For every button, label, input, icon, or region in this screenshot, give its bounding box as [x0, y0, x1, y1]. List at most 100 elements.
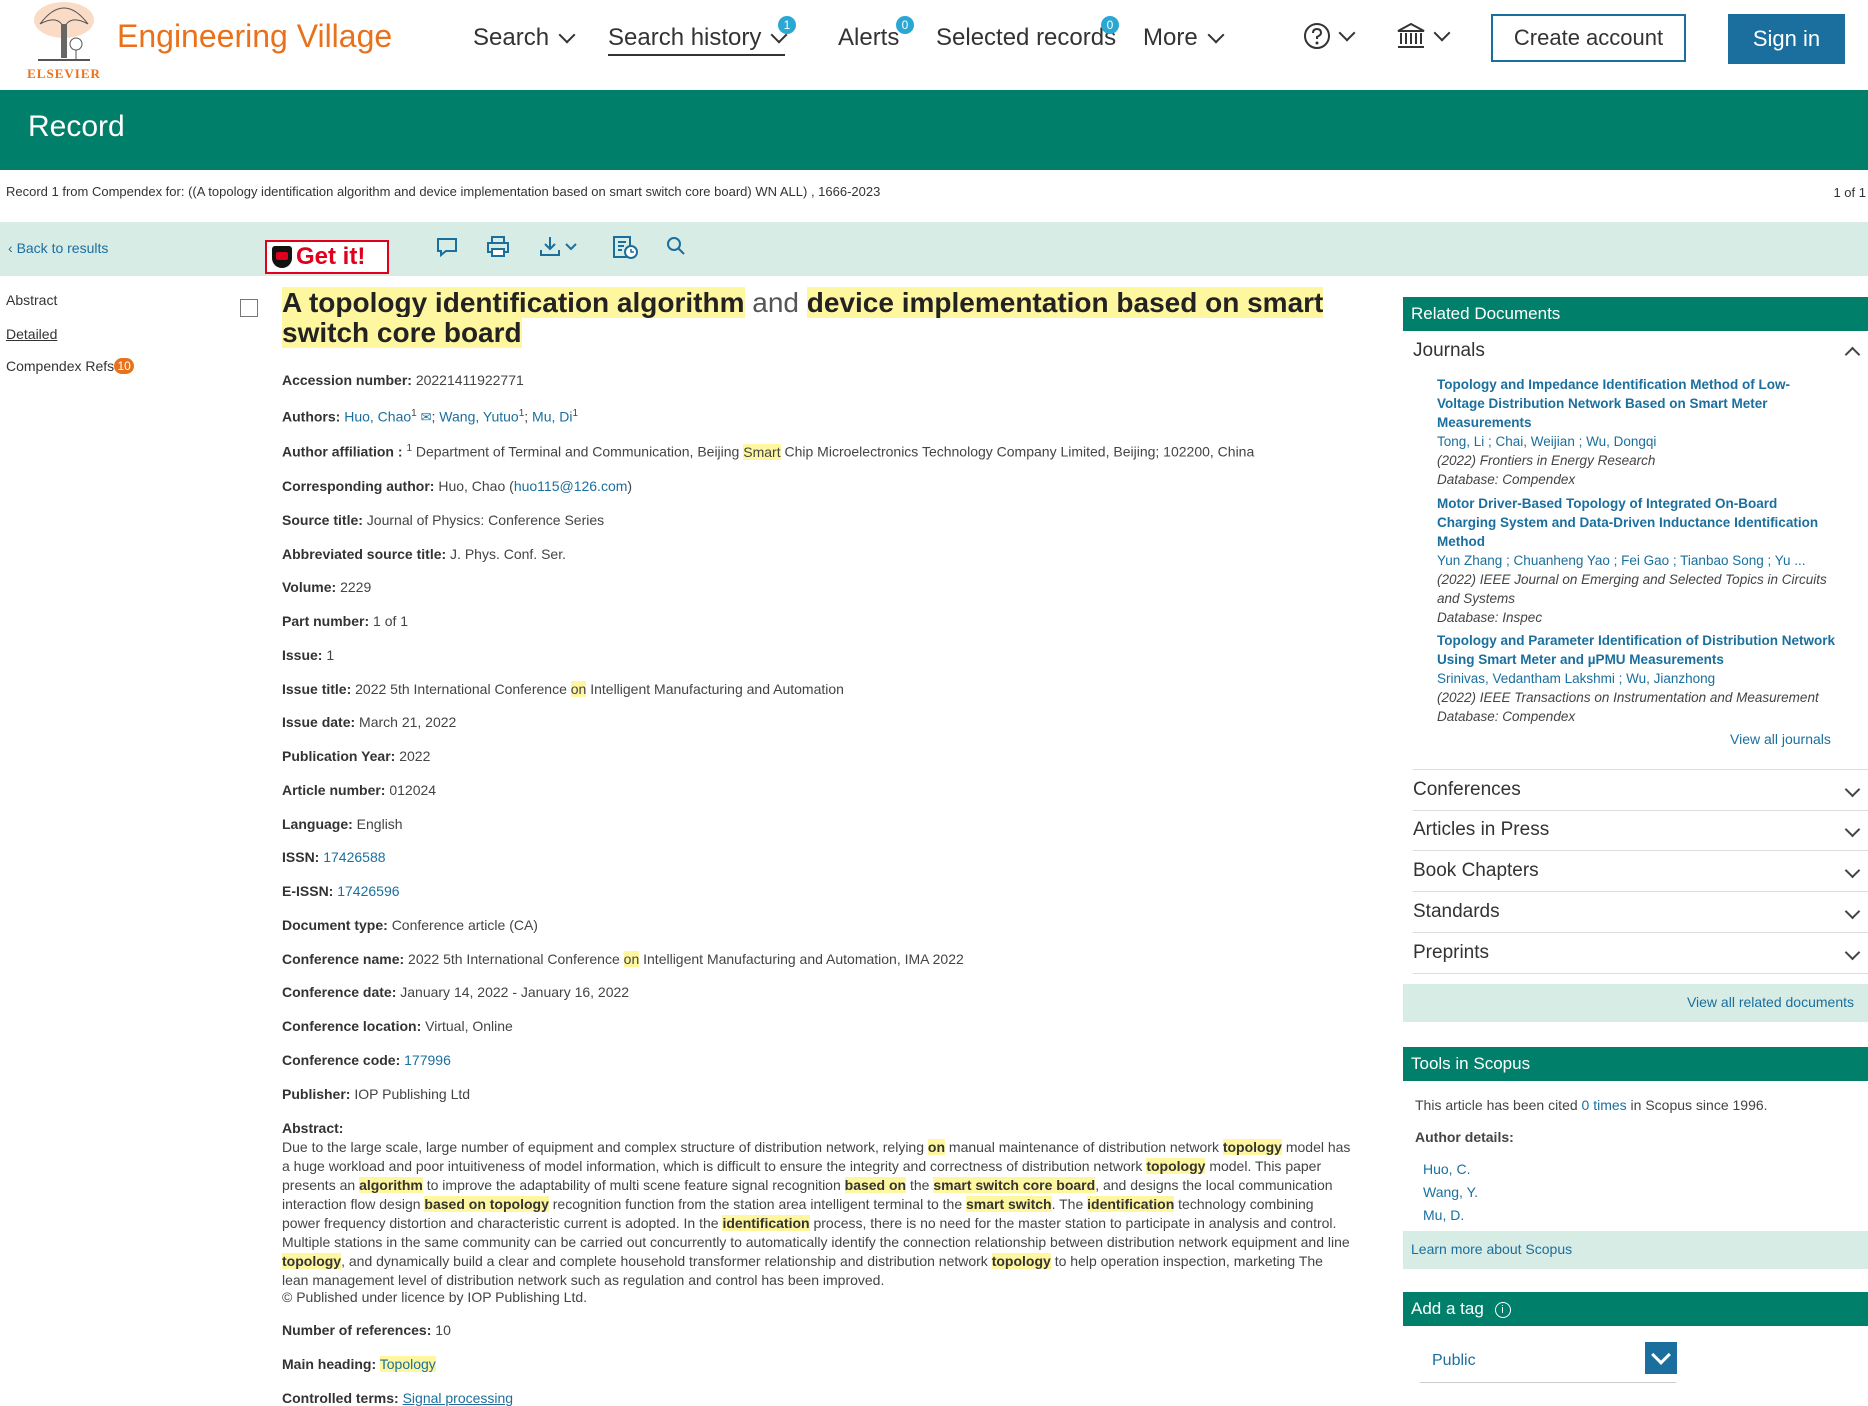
- record-pager: 1 of 1: [1833, 185, 1866, 200]
- pub-year-row: Publication Year: 2022: [282, 748, 431, 764]
- scopus-author-link[interactable]: Mu, D.: [1423, 1207, 1464, 1223]
- view-all-journals-link[interactable]: View all journals: [1730, 731, 1831, 747]
- issue-title-row: Issue title: 2022 5th International Conf…: [282, 681, 844, 697]
- related-authors[interactable]: Tong, Li ; Chai, Weijian ; Wu, Dongqi: [1437, 432, 1837, 451]
- journals-section-toggle[interactable]: Journals: [1413, 331, 1868, 371]
- related-authors[interactable]: Yun Zhang ; Chuanheng Yao ; Fei Gao ; Ti…: [1437, 551, 1837, 570]
- section-label: Standards: [1413, 901, 1500, 922]
- section-toggle-standards[interactable]: Standards: [1413, 892, 1868, 933]
- nav-search-history[interactable]: Search history: [608, 24, 788, 56]
- tag-visibility-select[interactable]: Public: [1420, 1340, 1677, 1383]
- related-title-link[interactable]: Topology and Impedance Identification Me…: [1437, 375, 1837, 432]
- related-documents-panel: Related Documents Journals Topology and …: [1403, 297, 1868, 1022]
- conf-code-link[interactable]: 177996: [404, 1052, 451, 1068]
- section-label: Book Chapters: [1413, 860, 1539, 881]
- title-part: and: [744, 287, 807, 318]
- page-title: Record: [28, 110, 125, 143]
- highlighted-term: algorithm: [359, 1177, 423, 1193]
- sign-in-button[interactable]: Sign in: [1728, 14, 1845, 64]
- download-icon[interactable]: [538, 234, 582, 260]
- author-link[interactable]: Huo, Chao: [344, 409, 411, 425]
- section-label: Conferences: [1413, 779, 1521, 800]
- learn-scopus-link[interactable]: Learn more about Scopus: [1411, 1241, 1572, 1257]
- abstract-body: Due to the large scale, large number of …: [282, 1138, 1352, 1290]
- add-tag-header: Add a tag i: [1403, 1292, 1868, 1326]
- highlighted-term: identification: [722, 1215, 810, 1231]
- print-icon[interactable]: [485, 234, 511, 260]
- eissn-link[interactable]: 17426596: [337, 883, 399, 899]
- conf-code-row: Conference code: 177996: [282, 1052, 451, 1068]
- article-number-row: Article number: 012024: [282, 782, 437, 798]
- issn-link[interactable]: 17426588: [323, 849, 385, 865]
- section-toggle-book-chapters[interactable]: Book Chapters: [1413, 851, 1868, 892]
- cited-times-link[interactable]: 0 times: [1582, 1097, 1627, 1113]
- related-source: (2022) Frontiers in Energy Research: [1437, 453, 1656, 468]
- get-it-button[interactable]: Get it!: [265, 240, 389, 274]
- section-toggle-preprints[interactable]: Preprints: [1413, 933, 1868, 974]
- search-history-badge: 1: [778, 16, 796, 34]
- section-toggle-conferences[interactable]: Conferences: [1413, 769, 1868, 811]
- scopus-author-link[interactable]: Wang, Y.: [1423, 1184, 1478, 1200]
- history-icon[interactable]: [611, 234, 639, 260]
- related-title-link[interactable]: Topology and Parameter Identification of…: [1437, 631, 1837, 669]
- elsevier-logo[interactable]: ELSEVIER: [24, 0, 104, 82]
- scopus-author-link[interactable]: Huo, C.: [1423, 1161, 1470, 1177]
- highlighted-term: topology: [282, 1253, 342, 1269]
- select-record-checkbox[interactable]: [240, 299, 258, 317]
- related-authors[interactable]: Srinivas, Vedantham Lakshmi ; Wu, Jianzh…: [1437, 669, 1837, 688]
- author-link[interactable]: Mu, Di: [532, 409, 572, 425]
- affiliation-row: Author affiliation : 1 Department of Ter…: [282, 443, 1255, 460]
- language-row: Language: English: [282, 816, 403, 832]
- title-part: A topology identification algorithm: [282, 287, 745, 318]
- abstract-label: Abstract:: [282, 1120, 344, 1136]
- view-all-related-link[interactable]: View all related documents: [1687, 994, 1854, 1010]
- corresponding-email-link[interactable]: huo115@126.com: [514, 478, 628, 494]
- highlighted-term: topology: [1222, 1139, 1282, 1155]
- cited-line: This article has been cited 0 times in S…: [1415, 1097, 1768, 1113]
- sidenav-abstract[interactable]: Abstract: [6, 292, 57, 308]
- add-tag-panel: Add a tag i: [1403, 1292, 1868, 1326]
- abstract-text-run: . The: [1051, 1196, 1088, 1212]
- accession-row: Accession number: 20221411922771: [282, 372, 524, 388]
- chevron-down-icon: [1844, 821, 1861, 838]
- create-account-button[interactable]: Create account: [1491, 14, 1686, 62]
- comment-icon[interactable]: [434, 234, 460, 260]
- chevron-down-icon: [1844, 903, 1861, 920]
- tag-visibility-value: Public: [1432, 1352, 1476, 1369]
- nav-more[interactable]: More: [1143, 24, 1225, 52]
- highlighted-term: identification: [1087, 1196, 1175, 1212]
- nav-more-label: More: [1143, 24, 1198, 51]
- help-menu[interactable]: [1303, 22, 1356, 50]
- elsevier-tree-icon: [34, 2, 94, 61]
- abstract-text-run: manual maintenance of distribution netwo…: [945, 1139, 1223, 1155]
- author-link[interactable]: Wang, Yutuo: [439, 409, 518, 425]
- nav-search[interactable]: Search: [473, 24, 576, 52]
- controlled-term-link[interactable]: Signal processing: [403, 1390, 514, 1406]
- section-toggle-articles-in-press[interactable]: Articles in Press: [1413, 810, 1868, 851]
- nav-selected-records-label: Selected records: [936, 24, 1117, 51]
- main-heading-link[interactable]: Topology: [379, 1356, 436, 1372]
- source-row: Source title: Journal of Physics: Confer…: [282, 512, 605, 528]
- highlighted-term: based on topology: [424, 1196, 549, 1212]
- sidenav-detailed[interactable]: Detailed: [6, 326, 57, 342]
- controlled-terms-row: Controlled terms: Signal processing: [282, 1390, 514, 1406]
- related-title-link[interactable]: Motor Driver-Based Topology of Integrate…: [1437, 494, 1837, 551]
- refs-count-badge: 10: [114, 358, 135, 374]
- info-icon[interactable]: i: [1494, 1301, 1511, 1318]
- chevron-up-icon: [1844, 346, 1861, 363]
- issn-row: ISSN: 17426588: [282, 849, 386, 865]
- institution-menu[interactable]: [1396, 22, 1451, 50]
- abbr-source-row: Abbreviated source title: J. Phys. Conf.…: [282, 546, 566, 562]
- sidenav-compendex-refs[interactable]: Compendex Refs 10: [6, 358, 135, 374]
- email-icon[interactable]: ✉: [421, 410, 432, 425]
- conf-date-row: Conference date: January 14, 2022 - Janu…: [282, 984, 630, 1000]
- abstract-text-run: , and dynamically build a clear and comp…: [341, 1253, 992, 1269]
- brand-title[interactable]: Engineering Village: [117, 18, 392, 55]
- search-icon[interactable]: [663, 234, 689, 260]
- chevron-down-icon: [1338, 24, 1356, 42]
- nav-selected-records[interactable]: Selected records: [936, 24, 1116, 52]
- nav-alerts[interactable]: Alerts: [838, 24, 899, 52]
- back-to-results-link[interactable]: ‹ Back to results: [8, 240, 108, 256]
- journals-label: Journals: [1413, 340, 1485, 361]
- add-tag-label: Add a tag: [1411, 1299, 1484, 1318]
